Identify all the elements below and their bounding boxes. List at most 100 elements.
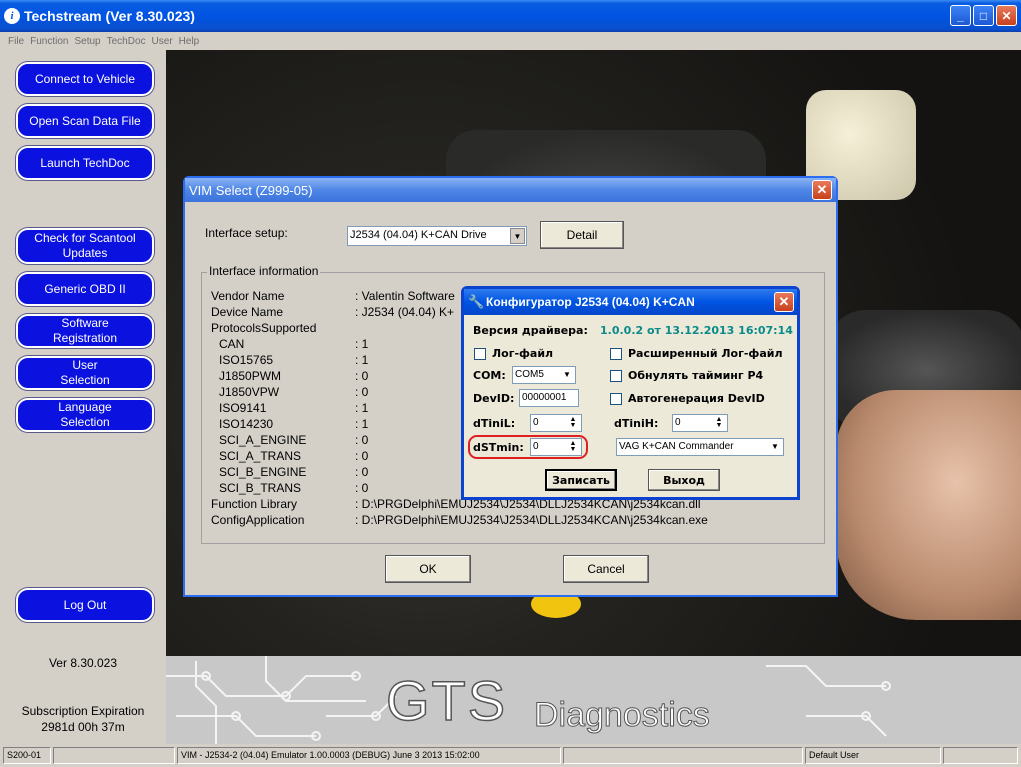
status-code: S200-01: [3, 747, 51, 764]
dtinih-value: 0: [675, 417, 681, 428]
language-selection-button[interactable]: Language Selection: [16, 398, 154, 432]
dtinil-spinner[interactable]: 0 ▲ ▼: [530, 414, 582, 432]
info-key: ProtocolsSupported: [211, 321, 317, 335]
check-scantool-updates-button[interactable]: Check for Scantool Updates: [16, 228, 154, 264]
autogen-devid-checkbox[interactable]: [610, 393, 622, 405]
info-key: Function Library: [211, 497, 298, 511]
mode-value: VAG K+CAN Commander: [619, 441, 734, 452]
status-bar: S200-01 VIM - J2534-2 (04.04) Emulator 1…: [0, 744, 1021, 767]
subscription-value: 2981d 00h 37m: [41, 720, 125, 734]
spin-arrows-icon[interactable]: ▲ ▼: [566, 416, 580, 430]
menu-function[interactable]: Function: [30, 36, 68, 47]
menu-setup[interactable]: Setup: [74, 36, 100, 47]
dtinil-label: dTiniL:: [473, 417, 516, 430]
cancel-button[interactable]: Cancel: [563, 555, 649, 583]
software-registration-button[interactable]: Software Registration: [16, 314, 154, 348]
com-label: COM:: [473, 369, 506, 382]
mode-select[interactable]: VAG K+CAN Commander ▼: [616, 438, 784, 456]
spin-arrows-icon[interactable]: ▲ ▼: [712, 416, 726, 430]
dtinih-spinner[interactable]: 0 ▲ ▼: [672, 414, 728, 432]
menu-help[interactable]: Help: [179, 36, 200, 47]
gts-logo-text: GTS: [385, 668, 508, 733]
menu-user[interactable]: User: [152, 36, 173, 47]
window-title: Techstream (Ver 8.30.023): [24, 8, 195, 24]
exit-button[interactable]: Выход: [648, 469, 720, 491]
driver-version-label: Версия драйвера:: [473, 324, 588, 337]
info-key: ISO9141: [219, 401, 267, 415]
maximize-button[interactable]: □: [973, 5, 994, 26]
devid-input[interactable]: 00000001: [519, 389, 579, 407]
logfile-checkbox[interactable]: [474, 348, 486, 360]
detail-button[interactable]: Detail: [540, 221, 624, 249]
hand-shape: [836, 390, 1021, 620]
vim-close-icon[interactable]: ✕: [812, 180, 832, 200]
reset-p4-checkbox[interactable]: [610, 370, 622, 382]
dstmin-spinner[interactable]: 0 ▲ ▼: [530, 438, 582, 456]
ext-logfile-checkbox[interactable]: [610, 348, 622, 360]
info-key: ISO14230: [219, 417, 274, 431]
info-key: J1850PWM: [219, 369, 282, 383]
com-value: COM5: [515, 369, 544, 380]
subscription-label: Subscription Expiration: [21, 704, 145, 718]
devid-label: DevID:: [473, 392, 515, 405]
com-select[interactable]: COM5 ▼: [512, 366, 576, 384]
interface-setup-select[interactable]: J2534 (04.04) K+CAN Drive ▼: [347, 226, 527, 246]
ok-button[interactable]: OK: [385, 555, 471, 583]
chevron-down-icon[interactable]: ▼: [768, 440, 782, 454]
konfigurator-dialog: 🔧 Конфигуратор J2534 (04.04) K+CAN ✕ Вер…: [461, 286, 800, 500]
info-key: ISO15765: [219, 353, 274, 367]
open-scan-data-file-button[interactable]: Open Scan Data File: [16, 104, 154, 138]
interface-setup-value: J2534 (04.04) K+CAN Drive: [350, 229, 487, 241]
info-key: SCI_B_ENGINE: [219, 465, 307, 479]
dstmin-label: dSTmin:: [473, 441, 524, 454]
title-bar: i Techstream (Ver 8.30.023) _ □ ✕: [0, 0, 1021, 32]
konfigurator-title: 🔧 Конфигуратор J2534 (04.04) K+CAN: [464, 289, 797, 315]
konfigurator-title-text: Конфигуратор J2534 (04.04) K+CAN: [486, 295, 695, 309]
status-empty-cell: [53, 747, 175, 764]
sidebar: Connect to Vehicle Open Scan Data File L…: [0, 50, 166, 744]
menu-file[interactable]: File: [8, 36, 24, 47]
connect-to-vehicle-button[interactable]: Connect to Vehicle: [16, 62, 154, 96]
wrench-icon: 🔧: [468, 294, 485, 309]
menu-techdoc[interactable]: TechDoc: [107, 36, 146, 47]
info-key: SCI_B_TRANS: [219, 481, 302, 495]
interface-info-label: Interface information: [207, 264, 321, 278]
info-key: SCI_A_TRANS: [219, 449, 302, 463]
interface-setup-label: Interface setup:: [205, 226, 288, 240]
autogen-devid-label: Автогенерация DevID: [628, 392, 765, 405]
chevron-down-icon[interactable]: ▼: [510, 228, 525, 244]
close-button[interactable]: ✕: [996, 5, 1017, 26]
chevron-down-icon[interactable]: ▼: [560, 368, 574, 382]
info-key: Vendor Name: [211, 289, 285, 303]
brand-footer: GTS Diagnostics: [166, 656, 1021, 744]
ext-logfile-label: Расширенный Лог-файл: [628, 347, 783, 360]
status-empty-cell: [943, 747, 1018, 764]
info-keys: Vendor Name Device Name ProtocolsSupport…: [211, 288, 316, 528]
driver-version-value: 1.0.0.2 от 13.12.2013 16:07:14: [600, 324, 793, 337]
launch-techdoc-button[interactable]: Launch TechDoc: [16, 146, 154, 180]
reset-p4-label: Обнулять тайминг P4: [628, 369, 764, 382]
write-button[interactable]: Записать: [545, 469, 617, 491]
info-key: J1850VPW: [219, 385, 280, 399]
log-out-button[interactable]: Log Out: [16, 588, 154, 622]
logfile-label: Лог-файл: [492, 347, 554, 360]
minimize-button[interactable]: _: [950, 5, 971, 26]
vim-dialog-title: VIM Select (Z999-05): [185, 178, 836, 202]
user-selection-button[interactable]: User Selection: [16, 356, 154, 390]
info-key: SCI_A_ENGINE: [219, 433, 307, 447]
status-message: VIM - J2534-2 (04.04) Emulator 1.00.0003…: [177, 747, 561, 764]
generic-obd2-button[interactable]: Generic OBD II: [16, 272, 154, 306]
status-user: Default User: [805, 747, 941, 764]
diagnostics-logo-text: Diagnostics: [534, 696, 711, 735]
info-key: CAN: [219, 337, 245, 351]
techstream-app-icon: i: [4, 8, 20, 24]
menu-bar: File Function Setup TechDoc User Help: [0, 32, 1021, 50]
konfigurator-close-icon[interactable]: ✕: [774, 292, 794, 312]
dtinil-value: 0: [533, 417, 539, 428]
version-label: Ver 8.30.023: [48, 656, 118, 670]
spin-arrows-icon[interactable]: ▲ ▼: [566, 440, 580, 454]
info-key: Device Name: [211, 305, 284, 319]
dtinih-label: dTiniH:: [614, 417, 659, 430]
info-value: : D:\PRGDelphi\EMUJ2534\J2534\DLLJ2534KC…: [355, 513, 708, 527]
dstmin-value: 0: [533, 441, 539, 452]
